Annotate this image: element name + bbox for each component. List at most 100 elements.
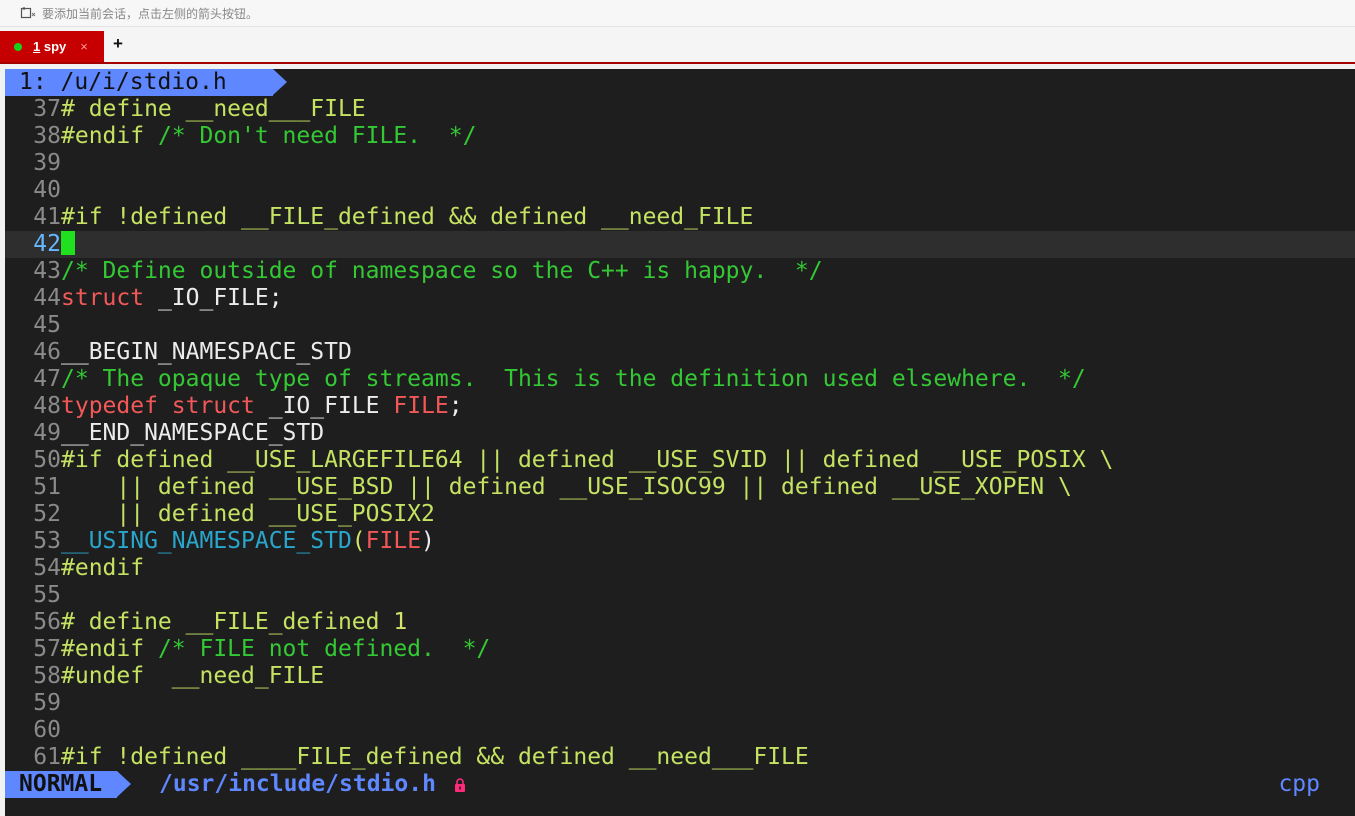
code-area[interactable]: 37 # define __need___FILE 38 #endif /* Don'… [5,96,1355,771]
code-token: typedef [61,393,158,419]
code-token: #endif [61,555,145,581]
code-token: _IO_FILE [254,393,394,419]
code-line[interactable]: 39 [5,150,1355,177]
code-line[interactable]: 38 #endif /* Don't need FILE. */ [5,123,1355,150]
line-number: 40 [33,177,61,203]
code-line[interactable]: 51 || defined __USE_BSD || defined __USE… [5,474,1355,501]
tab-name: spy [40,39,67,54]
code-line[interactable]: 53 __USING_NAMESPACE_STD(FILE) [5,528,1355,555]
code-line[interactable]: 47/* The opaque type of streams. This is… [5,366,1355,393]
code-line[interactable]: 48 typedef struct _IO_FILE FILE; [5,393,1355,420]
code-token: 1 [393,609,408,635]
code-token: # define __need___FILE [61,96,366,122]
line-text: typedef struct _IO_FILE FILE; [61,393,463,420]
code-token: ) [421,528,435,554]
code-line-current[interactable]: 42 [5,231,1355,258]
code-line[interactable]: 40 [5,177,1355,204]
code-line[interactable]: 49 __END_NAMESPACE_STD [5,420,1355,447]
code-line[interactable]: 57 #endif /* FILE not defined. */ [5,636,1355,663]
code-line[interactable]: 55 [5,582,1355,609]
code-line[interactable]: 41 #if !defined __FILE_defined && defined… [5,204,1355,231]
session-hint-bar: 要添加当前会话，点击左侧的箭头按钮。 [0,0,1355,27]
code-token: #if defined __USE_LARGEFILE64 || defined… [61,447,1114,473]
code-line[interactable]: 56 # define __FILE_defined 1 [5,609,1355,636]
line-number: 57 [33,636,61,662]
line-text: /* Define outside of namespace so the C+… [61,258,823,285]
buffer-label: 1: /u/i/stdio.h [19,69,227,95]
code-line[interactable]: 54 #endif [5,555,1355,582]
add-session-icon[interactable] [20,6,36,20]
code-line[interactable]: 45 [5,312,1355,339]
line-text: # define __FILE_defined 1 [61,609,407,636]
line-text: #endif /* FILE not defined. */ [61,636,490,663]
code-token: #undef __need_FILE [61,663,325,689]
line-number: 39 [33,150,61,176]
line-number: 61 [33,744,61,770]
line-text: struct _IO_FILE; [61,285,283,312]
code-line[interactable]: 60 [5,717,1355,744]
code-token: __BEGIN_NAMESPACE_STD [61,339,352,365]
code-token: FILE [393,393,449,419]
code-token: FILE [365,528,422,554]
terminal-vim-editor[interactable]: 1: /u/i/stdio.h 37 # define __need___FILE… [5,69,1355,816]
line-text: __BEGIN_NAMESPACE_STD [61,339,352,366]
line-number: 49 [33,420,61,446]
line-number: 56 [33,609,61,635]
code-token: _IO_FILE; [144,285,283,311]
line-number: 53 [33,528,61,554]
line-number: 50 [33,447,61,473]
text-cursor [61,231,75,255]
code-token: # define __FILE_defined [61,609,394,635]
line-text: /* The opaque type of streams. This is t… [61,366,1086,393]
code-line[interactable]: 43/* Define outside of namespace so the … [5,258,1355,285]
code-token: /* FILE not defined. */ [157,636,491,662]
code-line[interactable]: 61 #if !defined ____FILE_defined && defin… [5,744,1355,771]
line-number: 45 [33,312,61,338]
line-text: || defined __USE_BSD || defined __USE_IS… [61,474,1071,501]
code-token: #endif [61,636,158,662]
line-number: 42 [33,231,61,257]
line-text: #endif [61,555,144,582]
code-line[interactable]: 59 [5,690,1355,717]
buffer-tab-arrow [273,69,287,95]
line-number: 41 [33,204,61,230]
line-text: #if !defined ____FILE_defined && defined… [61,744,809,771]
filetype-indicator: cpp [1278,771,1320,797]
line-number: 51 [33,474,61,500]
code-line[interactable]: 52 || defined __USE_POSIX2 [5,501,1355,528]
add-tab-button[interactable]: + [113,34,123,54]
session-tab-bar: 1 spy × + [0,27,1355,64]
line-text: __USING_NAMESPACE_STD(FILE) [61,528,435,555]
code-token: struct [171,393,255,419]
line-number: 47 [33,366,61,392]
lock-icon [454,778,466,792]
code-token: || defined __USE_POSIX2 [61,501,435,527]
code-line[interactable]: 50 #if defined __USE_LARGEFILE64 || defin… [5,447,1355,474]
code-line[interactable]: 37 # define __need___FILE [5,96,1355,123]
line-text [61,231,75,258]
line-text: || defined __USE_POSIX2 [61,501,435,528]
line-number: 38 [33,123,61,149]
file-path: /usr/include/stdio.h [159,771,436,797]
code-token: ; [448,393,463,419]
mode-arrow [117,771,131,797]
line-number: 48 [33,393,61,419]
line-number: 55 [33,582,61,608]
code-line[interactable]: 44 struct _IO_FILE; [5,285,1355,312]
line-number: 46 [33,339,61,365]
code-token: /* Don't need FILE. */ [157,123,477,149]
line-text: # define __need___FILE [61,96,366,123]
tab-label: 1 spy [33,39,66,54]
vim-statusline: NORMAL /usr/include/stdio.h cpp [5,771,1355,798]
line-number: 59 [33,690,61,716]
line-text: #if !defined __FILE_defined && defined _… [61,204,753,231]
session-hint-text: 要添加当前会话，点击左侧的箭头按钮。 [42,6,259,21]
code-line[interactable]: 46 __BEGIN_NAMESPACE_STD [5,339,1355,366]
mode-indicator: NORMAL [19,771,103,797]
code-token: ( [351,528,366,554]
tab-spy[interactable]: 1 spy × [0,31,104,62]
code-token: /* The opaque type of streams. This is t… [61,366,1086,392]
code-token: struct [61,285,145,311]
code-line[interactable]: 58 #undef __need_FILE [5,663,1355,690]
close-tab-icon[interactable]: × [80,39,88,54]
